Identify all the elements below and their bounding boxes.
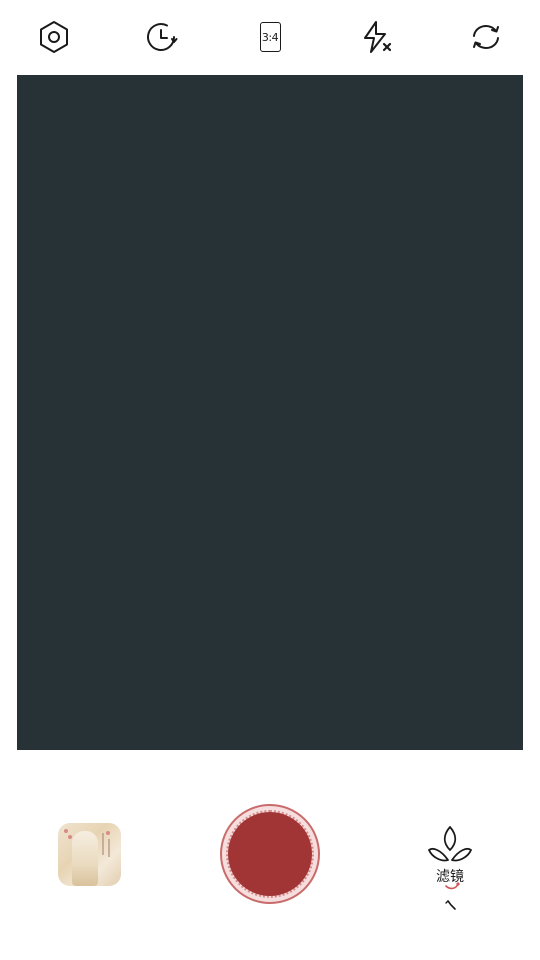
thumbnail-blossom [106, 831, 110, 835]
filter-leaf-icon [428, 826, 472, 862]
timer-icon [147, 23, 178, 52]
aspect-ratio-button[interactable]: 3:4 [250, 17, 290, 57]
flash-button[interactable] [357, 17, 397, 57]
camera-viewfinder[interactable] [17, 75, 523, 750]
camera-switch-icon [473, 25, 499, 49]
thumbnail-calligraphy [102, 833, 104, 855]
thumbnail-figure [72, 831, 98, 886]
thumbnail-calligraphy [108, 839, 110, 857]
flash-off-icon [364, 21, 392, 53]
aspect-ratio-label: 3:4 [259, 22, 281, 52]
settings-button[interactable] [34, 17, 74, 57]
top-toolbar: 3:4 [0, 0, 540, 75]
shutter-button[interactable] [220, 804, 320, 904]
thumbnail-blossom [68, 835, 72, 839]
settings-hexagon-icon [40, 21, 68, 53]
timer-button[interactable] [142, 17, 182, 57]
filter-decoration-icon [445, 882, 460, 910]
shutter-core [228, 812, 312, 896]
gallery-thumbnail[interactable] [58, 823, 121, 886]
camera-app: 3:4 滤镜 [0, 0, 540, 960]
switch-camera-button[interactable] [466, 17, 506, 57]
filter-button[interactable]: 滤镜 [420, 823, 480, 913]
thumbnail-blossom [64, 829, 68, 833]
